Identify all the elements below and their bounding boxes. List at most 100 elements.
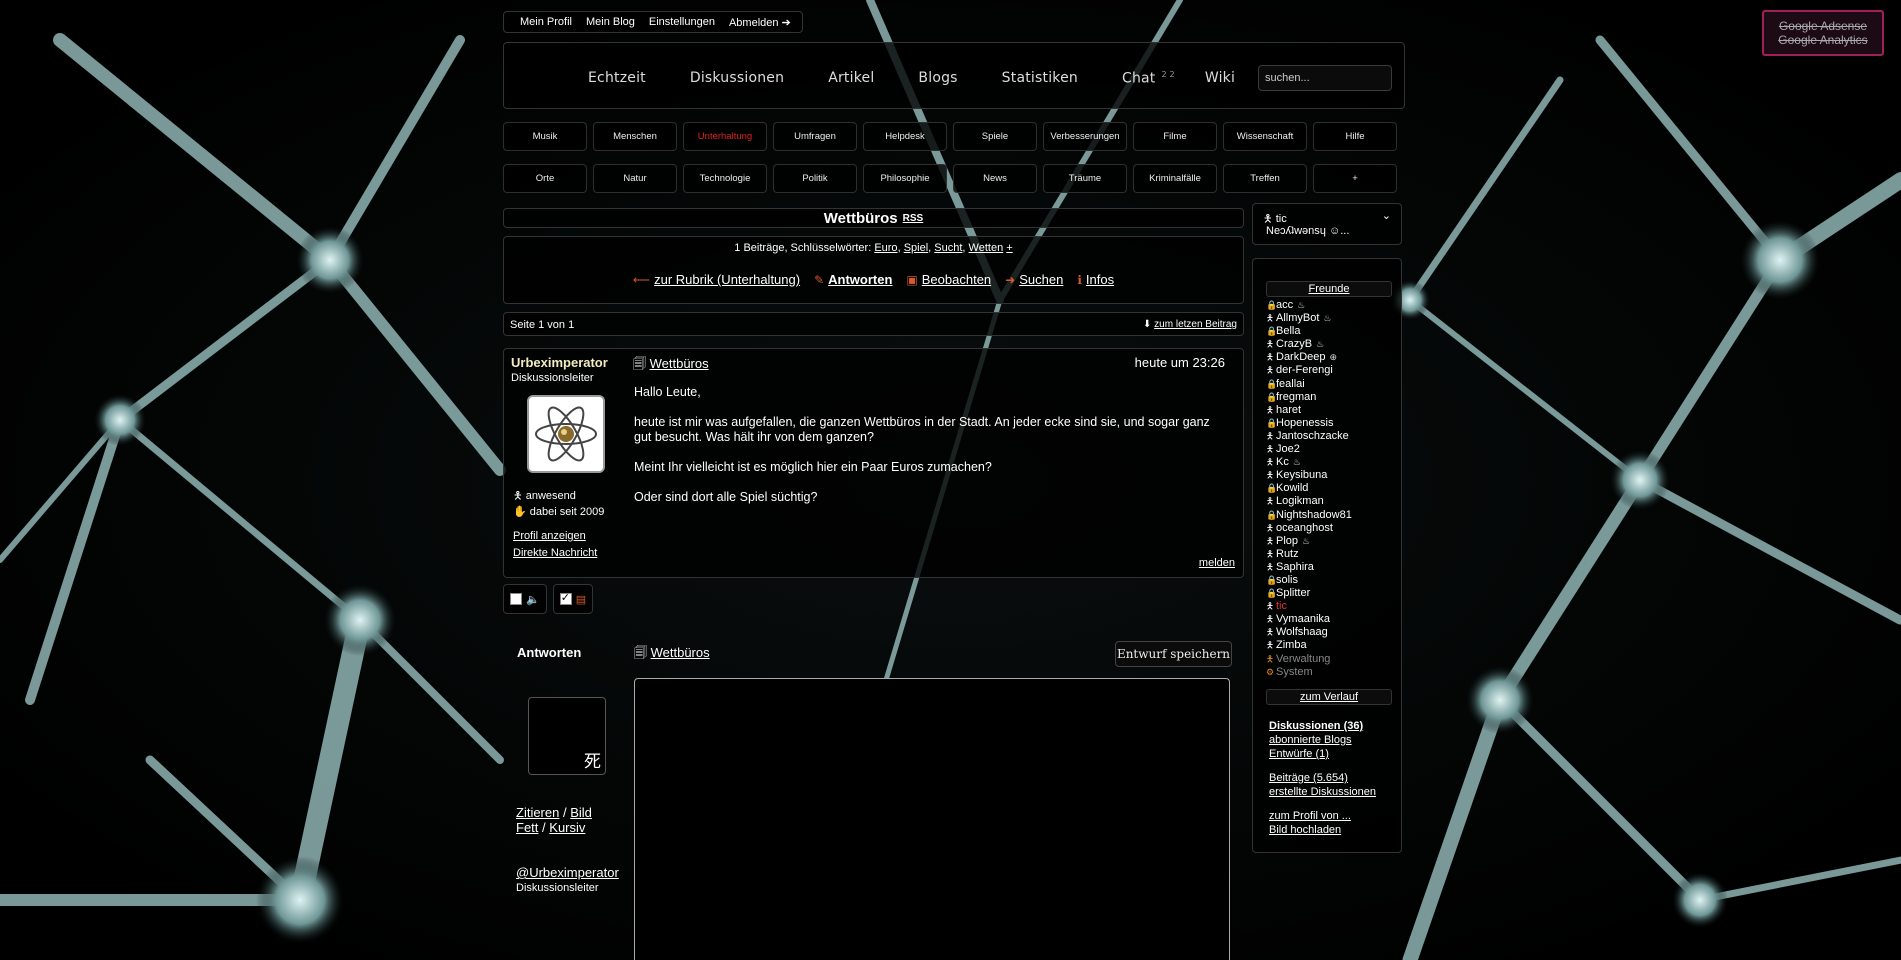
post-title[interactable]: 🗐 Wettbüros: [633, 355, 709, 377]
friend-item[interactable]: 🔒solis: [1266, 574, 1352, 587]
category-unterhaltung[interactable]: Unterhaltung: [683, 122, 767, 151]
keyword-add[interactable]: +: [1006, 242, 1012, 254]
sidebar-blogs-link[interactable]: abonnierte Blogs: [1269, 733, 1376, 747]
friend-item[interactable]: 🔒feallai: [1266, 378, 1352, 391]
category-filme[interactable]: Filme: [1133, 122, 1217, 151]
friend-item[interactable]: 🯅 Keysibuna: [1266, 469, 1352, 482]
sound-checkbox[interactable]: [510, 593, 522, 605]
friend-item[interactable]: 🯅 oceanghost: [1266, 522, 1352, 535]
friend-item[interactable]: ⚙ System: [1266, 666, 1352, 679]
chevron-down-icon[interactable]: ⌄: [1382, 209, 1391, 222]
category-politik[interactable]: Politik: [773, 164, 857, 193]
logout-link[interactable]: Abmelden ➔: [729, 16, 791, 29]
nav-artikel[interactable]: Artikel: [828, 70, 874, 87]
reply-editor[interactable]: [634, 678, 1230, 960]
category-more[interactable]: +: [1313, 164, 1397, 193]
mention-link[interactable]: @Urbeximperator: [516, 865, 619, 880]
category-kriminalfaelle[interactable]: Kriminalfälle: [1133, 164, 1217, 193]
category-orte[interactable]: Orte: [503, 164, 587, 193]
post-author[interactable]: Urbeximperator: [511, 355, 608, 370]
friend-item[interactable]: 🯅 Plop ♨: [1266, 535, 1352, 548]
friend-item[interactable]: 🯅 haret: [1266, 404, 1352, 417]
google-services-box[interactable]: Google Adsense Google Analytics: [1762, 10, 1884, 56]
keyword-sucht[interactable]: Sucht: [934, 242, 962, 254]
bold-button[interactable]: Fett: [516, 820, 538, 835]
reply-action[interactable]: ✎ Antworten: [814, 272, 892, 287]
notify-checkbox[interactable]: [559, 591, 572, 605]
watch-action[interactable]: ▣ Beobachten: [906, 272, 991, 287]
user-status-box[interactable]: 🯅 tic Neɔʎʇwǝnsɥ ☺... ⌄: [1252, 203, 1402, 245]
friend-item[interactable]: 🯅 Zimba: [1266, 639, 1352, 652]
friends-header[interactable]: Freunde: [1266, 281, 1392, 297]
my-blog-link[interactable]: Mein Blog: [586, 16, 635, 28]
back-to-category[interactable]: ⟵ zur Rubrik (Unterhaltung): [633, 272, 800, 287]
sidebar-created-link[interactable]: erstellte Diskussionen: [1269, 785, 1376, 799]
category-musik[interactable]: Musik: [503, 122, 587, 151]
category-technologie[interactable]: Technologie: [683, 164, 767, 193]
category-verbesserungen[interactable]: Verbesserungen: [1043, 122, 1127, 151]
category-treffen[interactable]: Treffen: [1223, 164, 1307, 193]
category-helpdesk[interactable]: Helpdesk: [863, 122, 947, 151]
category-menschen[interactable]: Menschen: [593, 122, 677, 151]
friend-item[interactable]: 🔒Nightshadow81: [1266, 509, 1352, 522]
category-philosophie[interactable]: Philosophie: [863, 164, 947, 193]
image-button[interactable]: Bild: [570, 805, 592, 820]
italic-button[interactable]: Kursiv: [549, 820, 585, 835]
category-news[interactable]: News: [953, 164, 1037, 193]
sidebar-drafts-link[interactable]: Entwürfe (1): [1269, 747, 1376, 761]
nav-echtzeit[interactable]: Echtzeit: [588, 70, 646, 87]
friend-item[interactable]: 🯅 Kc ♨: [1266, 456, 1352, 469]
sound-option[interactable]: 🔈: [503, 584, 547, 614]
nav-chat[interactable]: Chat 2 2: [1122, 70, 1175, 87]
sidebar-profile-link[interactable]: zum Profil von ...: [1269, 809, 1376, 823]
sidebar-posts-link[interactable]: Beiträge (5.654): [1269, 771, 1376, 785]
friend-item[interactable]: 🯅 Jantoschzacke: [1266, 430, 1352, 443]
search-action[interactable]: ➜ Suchen: [1005, 272, 1063, 287]
nav-blogs[interactable]: Blogs: [918, 70, 957, 87]
friend-item[interactable]: 🯅 tic: [1266, 600, 1352, 613]
keyword-spiel[interactable]: Spiel: [904, 242, 928, 254]
profile-link[interactable]: Profil anzeigen: [513, 528, 597, 545]
keyword-euro[interactable]: Euro: [874, 242, 897, 254]
friend-item[interactable]: 🔒Splitter: [1266, 587, 1352, 600]
friend-item[interactable]: 🔒acc ♨: [1266, 299, 1352, 312]
friend-item[interactable]: 🯅 DarkDeep ⊕: [1266, 351, 1352, 364]
friend-item[interactable]: 🯅 Logikman: [1266, 495, 1352, 508]
rss-link[interactable]: RSS: [903, 213, 924, 224]
friend-item[interactable]: 🔒Kowild: [1266, 482, 1352, 495]
category-traeume[interactable]: Träume: [1043, 164, 1127, 193]
nav-wiki[interactable]: Wiki: [1205, 70, 1235, 87]
search-input[interactable]: [1258, 65, 1392, 91]
friend-item[interactable]: 🯅 AllmyBot ♨: [1266, 312, 1352, 325]
direct-message-link[interactable]: Direkte Nachricht: [513, 545, 597, 562]
friend-item[interactable]: 🯅 Joe2: [1266, 443, 1352, 456]
category-hilfe[interactable]: Hilfe: [1313, 122, 1397, 151]
category-wissenschaft[interactable]: Wissenschaft: [1223, 122, 1307, 151]
sidebar-upload-link[interactable]: Bild hochladen: [1269, 823, 1376, 837]
my-profile-link[interactable]: Mein Profil: [520, 16, 572, 28]
settings-link[interactable]: Einstellungen: [649, 16, 715, 28]
friend-item[interactable]: 🔒fregman: [1266, 391, 1352, 404]
friend-item[interactable]: 🯅 der-Ferengi: [1266, 364, 1352, 377]
category-umfragen[interactable]: Umfragen: [773, 122, 857, 151]
friend-item[interactable]: 🯅 Vymaanika: [1266, 613, 1352, 626]
quote-button[interactable]: Zitieren: [516, 805, 559, 820]
info-action[interactable]: ℹ Infos: [1077, 272, 1114, 287]
notify-option[interactable]: ▤: [552, 584, 594, 614]
friend-item[interactable]: 🯅 CrazyB ♨: [1266, 338, 1352, 351]
reply-title[interactable]: 🗐 Wettbüros: [634, 644, 710, 666]
friend-item[interactable]: 🯅 Saphira: [1266, 561, 1352, 574]
friend-item[interactable]: 🔒Hopenessis: [1266, 417, 1352, 430]
report-link[interactable]: melden: [1199, 557, 1235, 569]
friend-item[interactable]: 🯅 Rutz: [1266, 548, 1352, 561]
friend-item[interactable]: 🔒Bella: [1266, 325, 1352, 338]
keyword-wetten[interactable]: Wetten: [969, 242, 1004, 254]
avatar[interactable]: [527, 395, 605, 473]
save-draft-button[interactable]: Entwurf speichern: [1115, 641, 1232, 667]
sidebar-discussions-link[interactable]: Diskussionen (36): [1269, 719, 1376, 733]
history-header[interactable]: zum Verlauf: [1266, 689, 1392, 705]
category-spiele[interactable]: Spiele: [953, 122, 1037, 151]
friend-item[interactable]: 🯅 Verwaltung: [1266, 653, 1352, 666]
last-post-link[interactable]: ⬇ zum letzen Beitrag: [1143, 319, 1237, 330]
friend-item[interactable]: 🯅 Wolfshaag: [1266, 626, 1352, 639]
